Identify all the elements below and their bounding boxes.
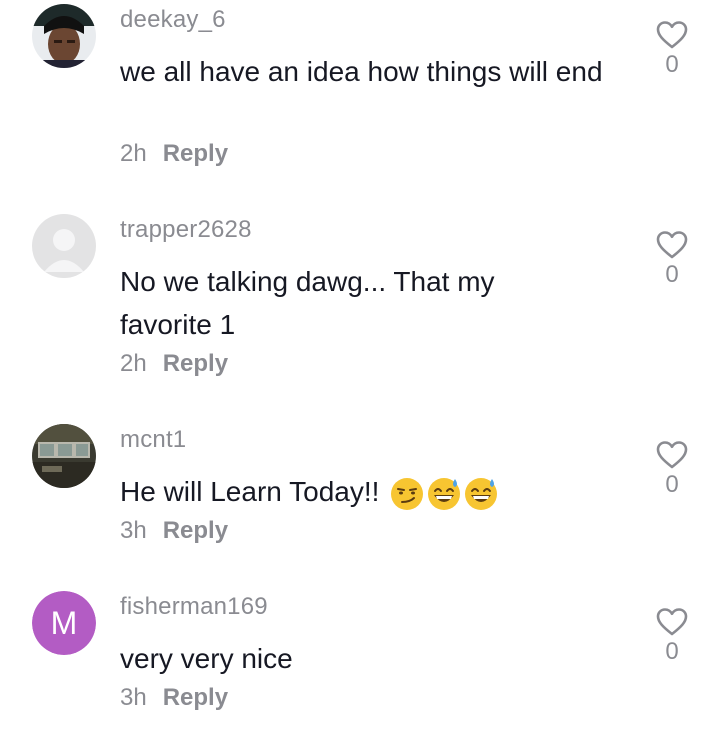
profile-photo-icon	[32, 4, 96, 68]
comment-meta: 2h Reply	[120, 350, 228, 378]
like-button[interactable]: 0	[652, 230, 692, 288]
like-button[interactable]: 0	[652, 440, 692, 498]
comment-time: 2h	[120, 350, 147, 377]
reply-button[interactable]: Reply	[163, 140, 228, 167]
comment-username[interactable]: mcnt1	[120, 426, 186, 454]
heart-icon	[656, 608, 688, 636]
avatar[interactable]	[32, 214, 96, 278]
avatar[interactable]	[32, 4, 96, 68]
comment-meta: 3h Reply	[120, 517, 228, 545]
comment-username[interactable]: fisherman169	[120, 593, 268, 621]
like-count: 0	[665, 471, 679, 498]
default-avatar-icon	[32, 214, 96, 278]
reply-button[interactable]: Reply	[163, 350, 228, 377]
comment-time: 3h	[120, 684, 147, 711]
heart-icon	[656, 21, 688, 49]
avatar-letter: M	[32, 591, 96, 655]
comment-time: 3h	[120, 517, 147, 544]
heart-icon	[656, 441, 688, 469]
like-button[interactable]: 0	[652, 607, 692, 665]
profile-photo-icon	[32, 424, 96, 488]
grinning-face-with-sweat-icon	[465, 477, 498, 510]
comment-meta: 3h Reply	[120, 684, 228, 712]
comment-username[interactable]: deekay_6	[120, 6, 226, 34]
comment-text: No we talking dawg... That my favorite 1	[120, 266, 495, 340]
like-count: 0	[665, 51, 679, 78]
smirking-face-icon	[391, 477, 424, 510]
avatar[interactable]: M	[32, 591, 96, 655]
reply-button[interactable]: Reply	[163, 684, 228, 711]
avatar[interactable]	[32, 424, 96, 488]
like-count: 0	[665, 261, 679, 288]
comment-time: 2h	[120, 140, 147, 167]
comment-meta: 2h Reply	[120, 140, 228, 168]
grinning-face-with-sweat-icon	[428, 477, 461, 510]
comment-username[interactable]: trapper2628	[120, 216, 252, 244]
like-count: 0	[665, 638, 679, 665]
reply-button[interactable]: Reply	[163, 517, 228, 544]
comment-text-content: He will Learn Today!!	[120, 476, 380, 507]
comment-text: very very nice	[120, 643, 293, 674]
comment-text: we all have an idea how things will end	[120, 56, 603, 87]
like-button[interactable]: 0	[652, 20, 692, 78]
heart-icon	[656, 231, 688, 259]
comment-text: He will Learn Today!!	[120, 470, 620, 513]
